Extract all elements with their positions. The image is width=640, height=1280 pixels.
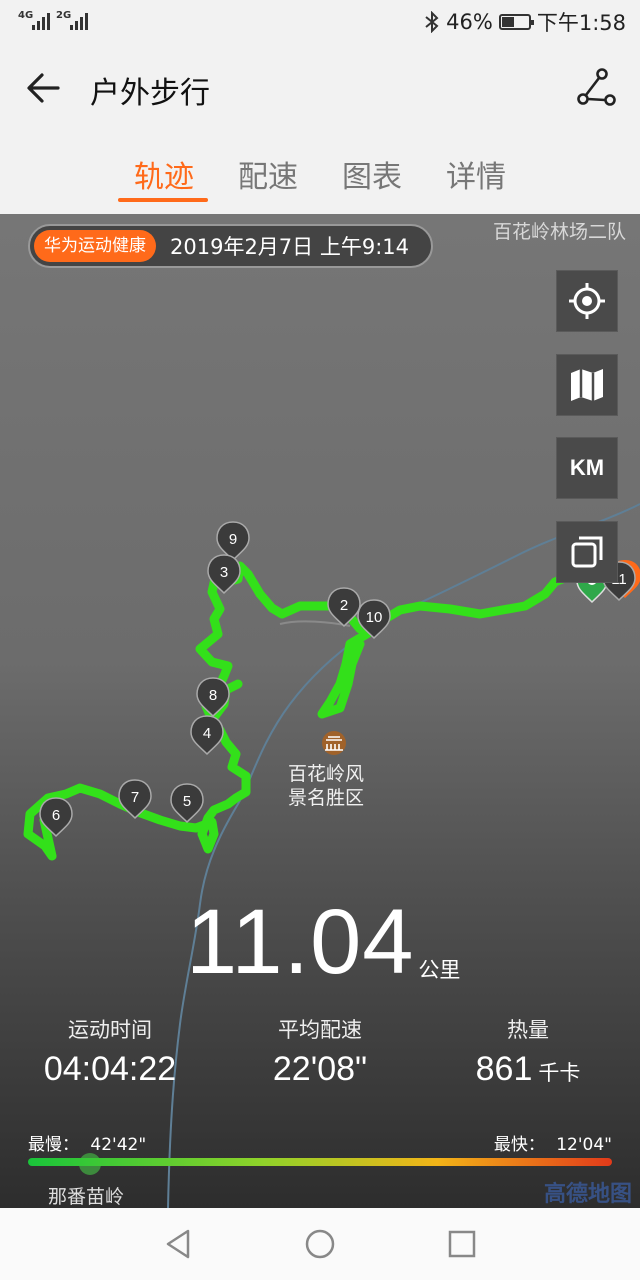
nav-back-icon[interactable] xyxy=(160,1226,196,1262)
distance-summary: 11.04 公里 xyxy=(186,896,460,988)
system-nav-bar xyxy=(0,1208,640,1280)
clock: 下午1:58 xyxy=(536,11,626,35)
activity-date: 2019年2月7日 上午9:14 xyxy=(170,235,409,259)
slowest-pace: 最慢： 42'42" xyxy=(28,1130,146,1155)
arrow-left-icon[interactable] xyxy=(22,66,66,110)
stat-duration: 运动时间 04:04:22 xyxy=(10,1014,210,1089)
page-title: 户外步行 xyxy=(90,76,210,111)
stat-calories: 热量 861 千卡 xyxy=(428,1014,628,1089)
tab-details[interactable]: 详情 xyxy=(446,152,506,196)
stat-value: 04:04:22 xyxy=(10,1050,210,1089)
place-label-scenic-area: 百花岭风 景名胜区 xyxy=(288,762,364,810)
stat-unit: 千卡 xyxy=(538,1062,581,1085)
map-view[interactable]: 9 3 2 10 8 4 7 5 6 11 百花岭林场二队 百花岭风 景名胜区 … xyxy=(0,214,640,1208)
marker-label: 6 xyxy=(52,807,60,824)
stat-avg-pace: 平均配速 22'08" xyxy=(220,1014,420,1089)
distance-unit: 公里 xyxy=(418,958,461,982)
network-2g-label: 2G xyxy=(56,10,72,21)
nav-recents-icon[interactable] xyxy=(444,1226,480,1262)
signal-icon xyxy=(70,12,88,30)
tab-pace[interactable]: 配速 xyxy=(238,152,298,196)
marker-label: 3 xyxy=(220,564,228,581)
slowest-label: 最慢： xyxy=(28,1135,79,1155)
km-markers-button[interactable]: KM xyxy=(556,437,618,499)
place-label-line: 景名胜区 xyxy=(288,787,365,809)
fastest-pace: 最快： 12'04" xyxy=(494,1130,612,1155)
route-share-icon[interactable] xyxy=(574,66,618,110)
brand-badge: 华为运动健康 xyxy=(34,230,156,262)
track-marker-3[interactable]: 3 xyxy=(207,554,241,595)
map-style-button[interactable] xyxy=(556,354,618,416)
stat-label: 平均配速 xyxy=(278,1018,362,1042)
stat-label: 热量 xyxy=(507,1018,549,1042)
stat-value: 22'08" xyxy=(220,1050,420,1089)
locate-button[interactable] xyxy=(556,270,618,332)
place-label-line: 百花岭风 xyxy=(288,763,365,785)
bluetooth-icon xyxy=(425,11,439,33)
marker-label: 2 xyxy=(340,597,348,614)
layers-icon xyxy=(571,536,603,568)
battery-percent: 46% xyxy=(446,10,493,34)
marker-label: 5 xyxy=(183,793,191,810)
track-marker-5[interactable]: 5 xyxy=(170,783,204,824)
marker-label: 10 xyxy=(366,609,383,626)
track-marker-2[interactable]: 2 xyxy=(327,587,361,628)
battery-icon xyxy=(498,14,534,30)
map-provider-logo: 高德地图 xyxy=(543,1182,632,1207)
track-marker-8[interactable]: 8 xyxy=(196,677,230,718)
stat-number: 861 xyxy=(475,1050,533,1088)
pace-gradient-bar xyxy=(28,1158,612,1166)
fastest-label: 最快： xyxy=(493,1135,545,1155)
stat-number: 22'08" xyxy=(272,1050,368,1088)
marker-label: 8 xyxy=(209,687,217,704)
map-icon xyxy=(571,369,603,401)
tab-track[interactable]: 轨迹 xyxy=(134,152,194,196)
place-label-forest-farm: 百花岭林场二队 xyxy=(492,221,626,243)
marker-label: 4 xyxy=(203,725,211,742)
status-bar: 4G 2G 46% 下午1:58 xyxy=(0,0,640,44)
marker-label: 7 xyxy=(131,789,139,806)
fastest-value: 12'04" xyxy=(556,1135,612,1155)
stat-value: 861 千卡 xyxy=(428,1050,628,1089)
app-bar: 户外步行 xyxy=(0,44,640,130)
track-marker-6[interactable]: 6 xyxy=(39,797,73,838)
marker-label: 9 xyxy=(229,531,237,548)
track-marker-9[interactable]: 9 xyxy=(216,521,250,562)
scenic-area-icon xyxy=(322,731,346,755)
place-label-village: 那番苗岭 xyxy=(48,1186,125,1208)
km-button-label: KM xyxy=(569,455,605,480)
slowest-value: 42'42" xyxy=(90,1135,147,1155)
layers-button[interactable] xyxy=(556,521,618,583)
tab-bar: 轨迹 配速 图表 详情 xyxy=(0,130,640,214)
track-marker-10[interactable]: 10 xyxy=(357,599,391,640)
tab-chart[interactable]: 图表 xyxy=(342,152,402,196)
track-marker-7[interactable]: 7 xyxy=(118,779,152,820)
stat-number: 04:04:22 xyxy=(43,1050,177,1088)
activity-date-pill: 华为运动健康 2019年2月7日 上午9:14 xyxy=(28,224,433,268)
distance-value: 11.04 xyxy=(186,891,415,993)
signal-icon xyxy=(32,12,50,30)
stat-label: 运动时间 xyxy=(68,1018,152,1042)
track-marker-4[interactable]: 4 xyxy=(190,715,224,756)
active-tab-indicator xyxy=(118,198,208,202)
nav-home-icon[interactable] xyxy=(302,1226,338,1262)
network-4g-label: 4G xyxy=(18,10,34,21)
locate-icon xyxy=(569,283,605,319)
